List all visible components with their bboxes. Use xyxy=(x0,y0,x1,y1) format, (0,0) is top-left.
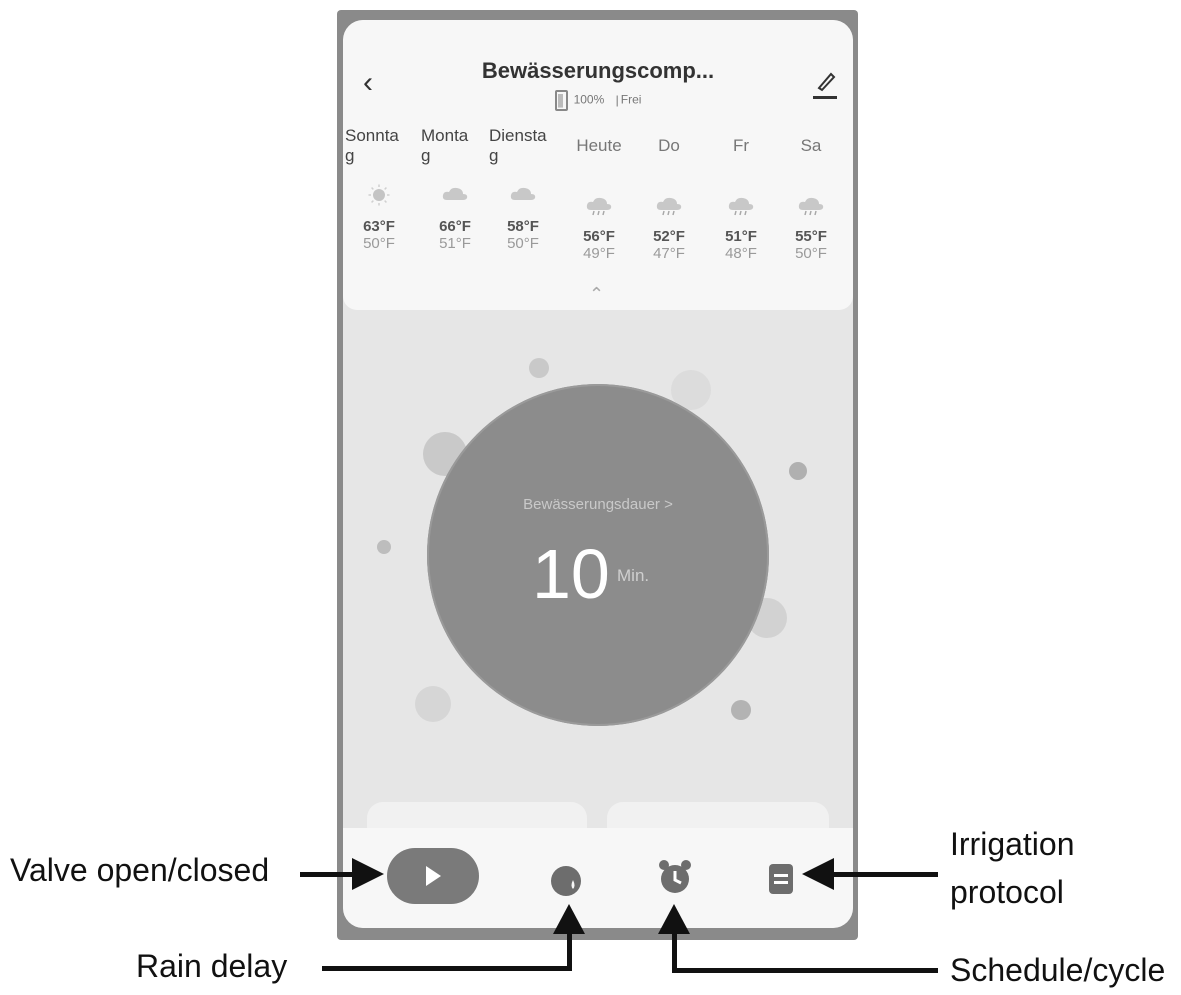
schedule-callout-label: Schedule/cycle xyxy=(950,952,1166,988)
forecast-high: 63°F xyxy=(363,218,395,235)
forecast-day-name: Heute xyxy=(576,136,622,155)
forecast-day-name: Monta g xyxy=(421,126,469,165)
device-status: 100% | Frei xyxy=(343,90,853,111)
play-icon xyxy=(426,866,441,886)
watering-duration-label[interactable]: Bewässerungsdauer > xyxy=(427,496,769,513)
watering-duration-dial[interactable]: Bewässerungsdauer > 10 Min. xyxy=(427,384,769,726)
schedule-button[interactable] xyxy=(657,858,693,896)
forecast-day: Sa 55°F 50°F xyxy=(777,126,845,262)
bubble-decoration xyxy=(789,462,807,480)
forecast-high: 51°F xyxy=(725,228,757,245)
forecast-low: 47°F xyxy=(653,245,685,262)
bubble-decoration xyxy=(377,540,391,554)
irrigation-callout-line xyxy=(830,872,938,877)
valve-callout-label: Valve open/closed xyxy=(10,852,270,888)
watering-duration-unit: Min. xyxy=(617,566,650,585)
schedule-callout-hline xyxy=(672,968,938,973)
forecast-low: 50°F xyxy=(507,235,539,252)
bubble-decoration xyxy=(529,358,549,378)
device-title: Bewässerungscomp... xyxy=(481,58,715,83)
forecast-day-name: Sa xyxy=(800,136,822,155)
forecast-low: 49°F xyxy=(583,245,615,262)
forecast-day: Diensta g 58°F 50°F xyxy=(489,126,557,252)
forecast-high: 55°F xyxy=(795,228,827,245)
alarm-clock-icon xyxy=(659,860,691,893)
schedule-callout-vline xyxy=(672,930,677,973)
forecast-day: Fr 51°F 48°F xyxy=(707,126,775,262)
rain-delay-icon xyxy=(551,866,581,896)
bubble-decoration xyxy=(731,700,751,720)
forecast-day: Do 52°F 47°F xyxy=(635,126,703,262)
forecast-day: Sonnta g 63°F 50°F xyxy=(345,126,413,252)
forecast-day: Monta g 66°F 51°F xyxy=(421,126,489,252)
battery-icon xyxy=(554,90,568,111)
forecast-high: 58°F xyxy=(507,218,539,235)
document-icon xyxy=(769,864,793,894)
status-separator: | xyxy=(615,92,619,107)
irrigation-callout-label-2: protocol xyxy=(950,874,1064,910)
irrigation-callout-label-1: Irrigation xyxy=(950,826,1075,862)
rain-cloud-icon xyxy=(584,194,614,216)
valve-arrowhead xyxy=(352,858,384,890)
forecast-strip: Sonnta g 63°F 50°F Monta g 66°F 51°F Diensta g… xyxy=(343,126,853,286)
app-screen: ‹ Bewässerungscomp... 100% | Frei Sonnta … xyxy=(343,20,853,928)
status-text: Frei xyxy=(620,92,642,107)
battery-level: 100% xyxy=(573,92,605,107)
forecast-high: 66°F xyxy=(439,218,471,235)
cloud-icon xyxy=(440,184,470,204)
rain-cloud-icon xyxy=(654,194,684,216)
bottom-toolbar xyxy=(343,828,853,928)
pencil-underline xyxy=(813,96,837,99)
valve-toggle-button[interactable] xyxy=(387,848,479,904)
forecast-high: 52°F xyxy=(653,228,685,245)
forecast-day-name: Fr xyxy=(732,136,750,155)
rain-delay-callout-hline xyxy=(322,966,572,971)
forecast-day-name: Diensta g xyxy=(489,126,547,165)
forecast-high: 56°F xyxy=(583,228,615,245)
schedule-arrowhead xyxy=(658,904,690,934)
bubble-decoration xyxy=(415,686,451,722)
cloud-icon xyxy=(508,184,538,204)
sun-icon xyxy=(364,184,394,206)
forecast-day: Heute 56°F 49°F xyxy=(565,126,633,262)
rain-delay-arrowhead xyxy=(553,904,585,934)
watering-duration-value: 10 xyxy=(532,535,610,613)
rain-cloud-icon xyxy=(796,194,826,216)
forecast-low: 51°F xyxy=(439,235,471,252)
irrigation-protocol-button[interactable] xyxy=(769,864,793,894)
weather-header: ‹ Bewässerungscomp... 100% | Frei Sonnta … xyxy=(343,20,853,310)
forecast-low: 48°F xyxy=(725,245,757,262)
forecast-low: 50°F xyxy=(795,245,827,262)
rain-delay-callout-label: Rain delay xyxy=(136,948,288,984)
forecast-day-name: Do xyxy=(658,136,680,155)
valve-callout-line xyxy=(300,872,360,877)
rain-delay-button[interactable] xyxy=(549,864,583,898)
rain-delay-callout-vline xyxy=(567,930,572,971)
collapse-chevron-icon[interactable]: ⌃ xyxy=(589,284,604,305)
rain-cloud-icon xyxy=(726,194,756,216)
forecast-low: 50°F xyxy=(363,235,395,252)
irrigation-arrowhead xyxy=(802,858,834,890)
forecast-day-name: Sonnta g xyxy=(345,126,399,165)
pencil-icon[interactable] xyxy=(815,70,837,99)
